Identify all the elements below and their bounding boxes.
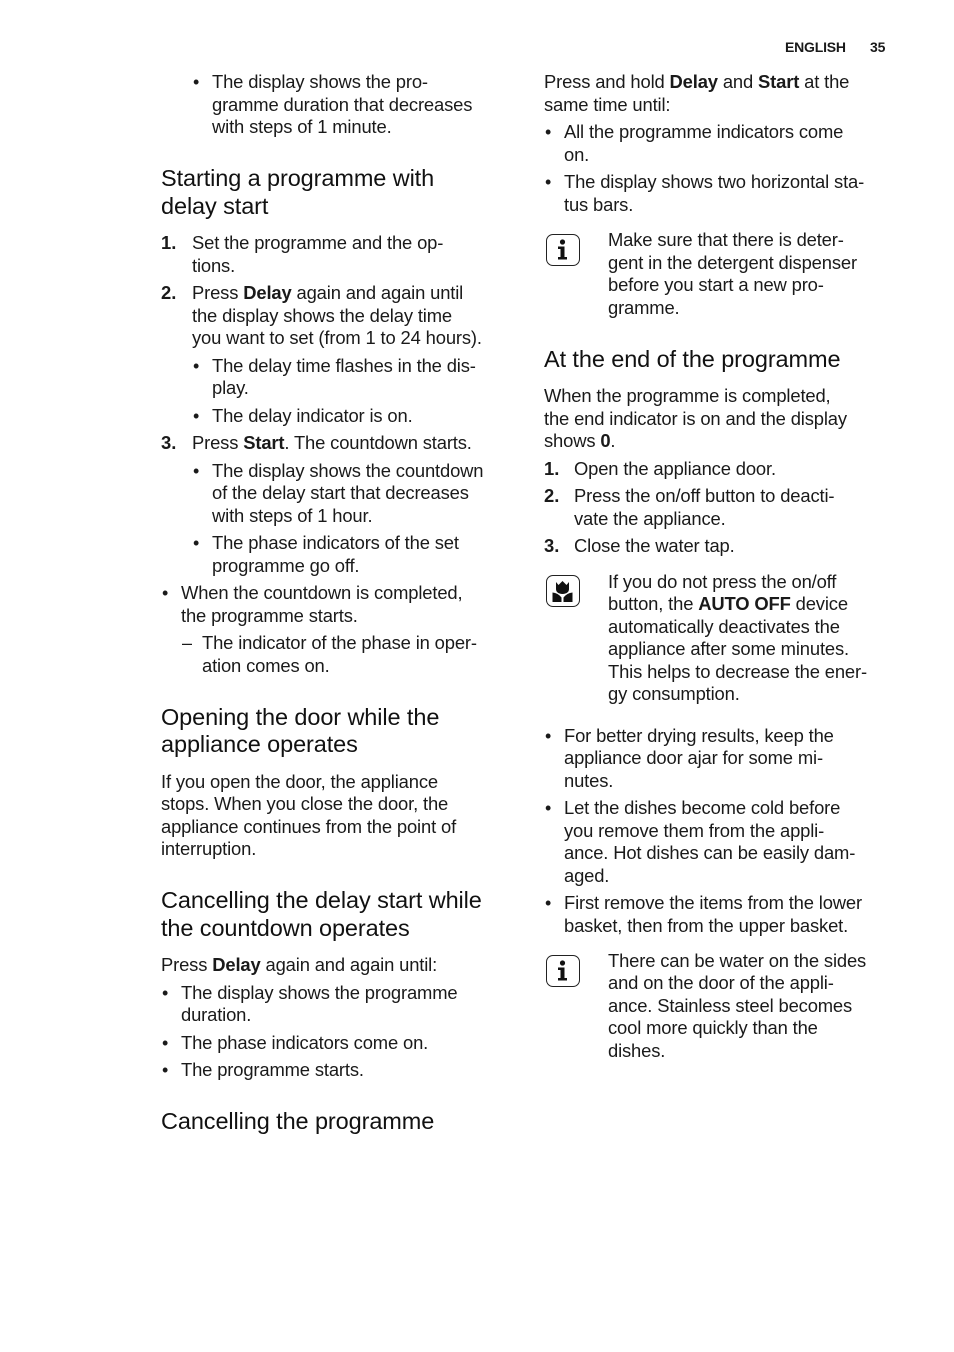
bullet-icon: • xyxy=(545,798,552,818)
bullet-icon: • xyxy=(545,893,552,913)
bullet-icon: • xyxy=(162,1060,169,1080)
section-heading: Cancelling the programme xyxy=(161,1108,435,1134)
bullet-icon: • xyxy=(193,461,200,481)
button-name-delay: Delay xyxy=(212,954,261,975)
button-name-start: Start xyxy=(758,71,800,92)
bullet-icon: • xyxy=(193,533,200,553)
info-icon xyxy=(546,955,580,987)
button-name-delay: Delay xyxy=(669,71,718,92)
display-value: 0 xyxy=(600,430,611,451)
button-name-delay: Delay xyxy=(243,282,292,303)
paragraph: Press Delay again and again until: xyxy=(161,954,438,975)
info-icon xyxy=(546,234,580,266)
bullet-icon: • xyxy=(545,172,552,192)
bullet-icon: • xyxy=(193,406,200,426)
bullet-icon: • xyxy=(545,726,552,746)
bullet-icon: • xyxy=(545,122,552,142)
bullet-icon: • xyxy=(162,1033,169,1053)
page-number: 35 xyxy=(870,39,886,55)
bullet-icon: • xyxy=(193,356,200,376)
device-name-auto-off: AUTO OFF xyxy=(698,593,791,614)
bullet-icon: • xyxy=(162,583,169,603)
bullet-icon: • xyxy=(193,72,200,92)
header-language: ENGLISH xyxy=(785,39,846,55)
bullet-icon: • xyxy=(162,983,169,1003)
section-heading: At the end of the programme xyxy=(544,346,841,372)
environment-tulip-icon xyxy=(546,575,580,607)
button-name-start: Start xyxy=(243,432,285,453)
dash-icon: – xyxy=(182,633,193,653)
